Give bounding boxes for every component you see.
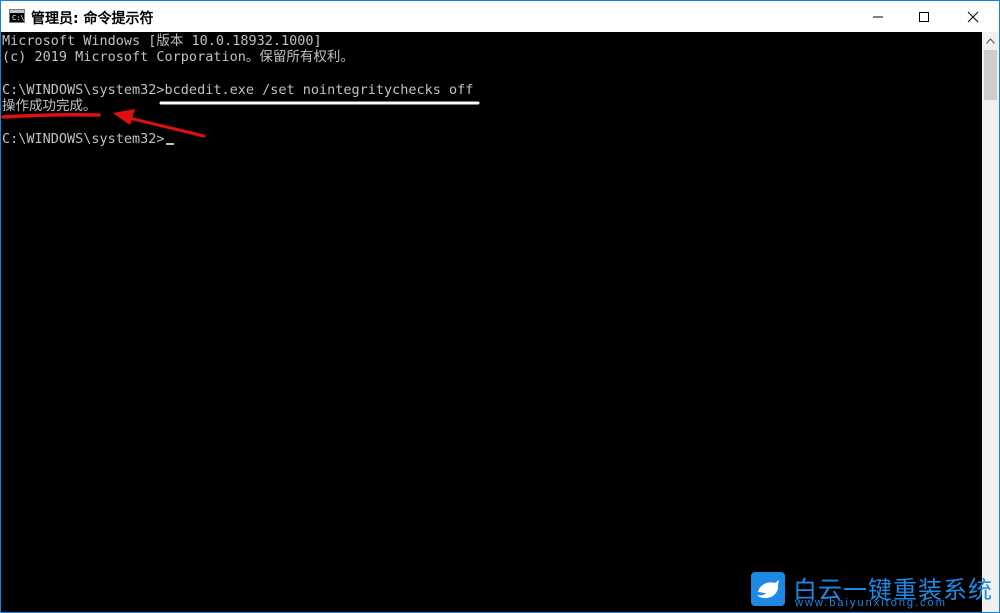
cmd-icon-text: C:\_ [12,14,29,22]
command-line: C:\WINDOWS\system32>bcdedit.exe /set noi… [2,82,474,98]
console-line: (c) 2019 Microsoft Corporation。保留所有权利。 [2,49,354,65]
cmd-window: C:\_ 管理员: 命令提示符 Microsoft Windows [版本 10… [0,0,1000,613]
prompt-line[interactable]: C:\WINDOWS\system32> [2,131,174,147]
console-output[interactable]: Microsoft Windows [版本 10.0.18932.1000] (… [1,32,982,612]
vertical-scrollbar[interactable] [982,32,999,612]
console-line: Microsoft Windows [版本 10.0.18932.1000] [2,33,322,49]
maximize-icon [919,11,929,22]
chevron-up-icon [986,37,995,44]
maximize-button[interactable] [901,1,947,32]
minimize-button[interactable] [855,1,901,32]
close-button[interactable] [947,1,999,32]
window-title: 管理员: 命令提示符 [31,11,154,27]
cmd-icon[interactable]: C:\_ [9,9,29,23]
scroll-thumb[interactable] [984,50,997,100]
command-result-line: 操作成功完成。 [2,98,97,114]
prompt-text: C:\WINDOWS\system32> [2,131,165,147]
scroll-up-button[interactable] [982,32,999,49]
watermark-url: www.baiyunxitong.com [795,597,947,609]
text-cursor [165,143,174,145]
watermark: 白云一键重装系统 www.baiyunxitong.com [745,568,997,612]
bird-logo-icon [751,572,785,606]
close-icon [967,11,979,22]
title-bar[interactable]: C:\_ 管理员: 命令提示符 [1,1,999,32]
minimize-icon [873,16,883,17]
